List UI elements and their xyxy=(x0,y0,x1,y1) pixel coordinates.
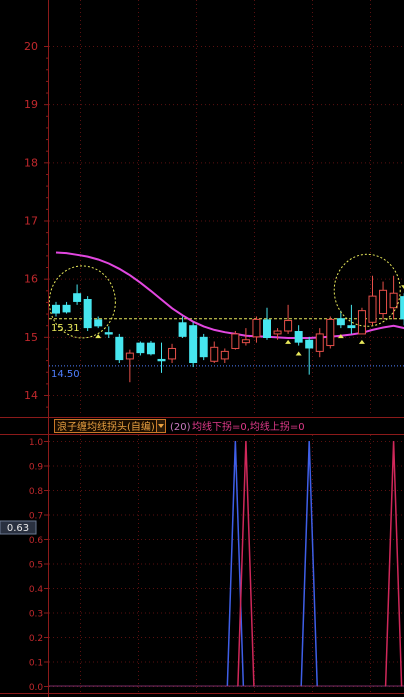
y-tick-label: 0.3 xyxy=(29,610,43,620)
candle[interactable] xyxy=(115,333,124,364)
candle-body xyxy=(379,289,388,315)
candle-body xyxy=(104,332,113,335)
candle[interactable] xyxy=(231,331,240,350)
y-tick-label: 0.9 xyxy=(29,463,44,473)
y-tick-label: 0.4 xyxy=(29,585,44,595)
indicator-values: 均线下拐=0,均线上拐=0 xyxy=(192,420,305,433)
y-tick-label: 14 xyxy=(24,389,38,402)
candle-body xyxy=(241,339,250,344)
candle[interactable] xyxy=(189,322,198,368)
y-tick-label: 0.7 xyxy=(29,512,43,522)
resistance-label: 15.31 xyxy=(51,323,80,334)
candle-body xyxy=(210,346,219,362)
candle-body xyxy=(347,325,356,329)
candle-body xyxy=(400,296,404,320)
candle-body xyxy=(336,318,345,326)
y-tick-label: 0.1 xyxy=(29,659,43,669)
indicator-param: (20) xyxy=(170,422,191,433)
candle-body xyxy=(263,319,271,338)
candle-body xyxy=(231,333,240,349)
candle-body xyxy=(189,325,198,364)
candle-body xyxy=(326,318,335,347)
y-tick-label: 0.5 xyxy=(29,561,43,571)
stock-chart[interactable]: 20 19 18 17 16 15 14 15.31 14.50 浪子缠均线拐头(自编) (2… xyxy=(0,0,404,697)
candle-body xyxy=(52,304,60,314)
cursor-value-label: 0.63 xyxy=(0,520,37,535)
y-tick-label: 16 xyxy=(24,273,38,286)
y-tick-label: 18 xyxy=(24,156,38,169)
cursor-value: 0.63 xyxy=(7,523,29,534)
candle[interactable] xyxy=(357,307,366,335)
y-tick-label: 0.2 xyxy=(29,634,43,644)
candle-body xyxy=(220,350,229,360)
candle[interactable] xyxy=(83,296,92,332)
candle-body xyxy=(168,347,177,360)
y-tick-label: 15 xyxy=(24,331,38,344)
candle-body xyxy=(83,299,92,329)
candle-body xyxy=(94,319,103,327)
candle-body xyxy=(62,304,71,313)
y-tick-label: 0.0 xyxy=(29,683,44,693)
candle-body xyxy=(284,320,293,332)
candle-body xyxy=(389,292,398,309)
candle-body xyxy=(199,336,208,358)
y-tick-label: 0.6 xyxy=(29,536,44,546)
y-tick-label: 17 xyxy=(24,215,38,228)
y-tick-label: 1.0 xyxy=(29,438,44,448)
candle-body xyxy=(252,318,261,338)
support-label: 14.50 xyxy=(51,369,80,380)
candle-body xyxy=(273,330,282,335)
y-tick-label: 19 xyxy=(24,98,38,111)
candle-body xyxy=(146,342,155,355)
indicator-bar[interactable]: 浪子缠均线拐头(自编) (20) 均线下拐=0,均线上拐=0 xyxy=(0,417,404,435)
candle-body xyxy=(315,333,324,352)
y-tick-label: 0.8 xyxy=(29,487,44,497)
candle-body xyxy=(73,293,82,302)
candle-body xyxy=(115,336,124,361)
candle-body xyxy=(357,310,366,335)
candle[interactable] xyxy=(326,316,335,349)
candle-body xyxy=(178,322,187,337)
candle-body xyxy=(305,339,314,349)
y-tick-label: 20 xyxy=(24,40,38,53)
candle[interactable] xyxy=(199,333,208,361)
candle-body xyxy=(294,331,303,343)
candle-body xyxy=(368,295,377,323)
candle-body xyxy=(136,342,145,354)
candle-body xyxy=(125,352,134,360)
candle-body xyxy=(157,358,166,362)
indicator-name[interactable]: 浪子缠均线拐头(自编) xyxy=(57,420,155,433)
candle[interactable] xyxy=(146,340,155,356)
